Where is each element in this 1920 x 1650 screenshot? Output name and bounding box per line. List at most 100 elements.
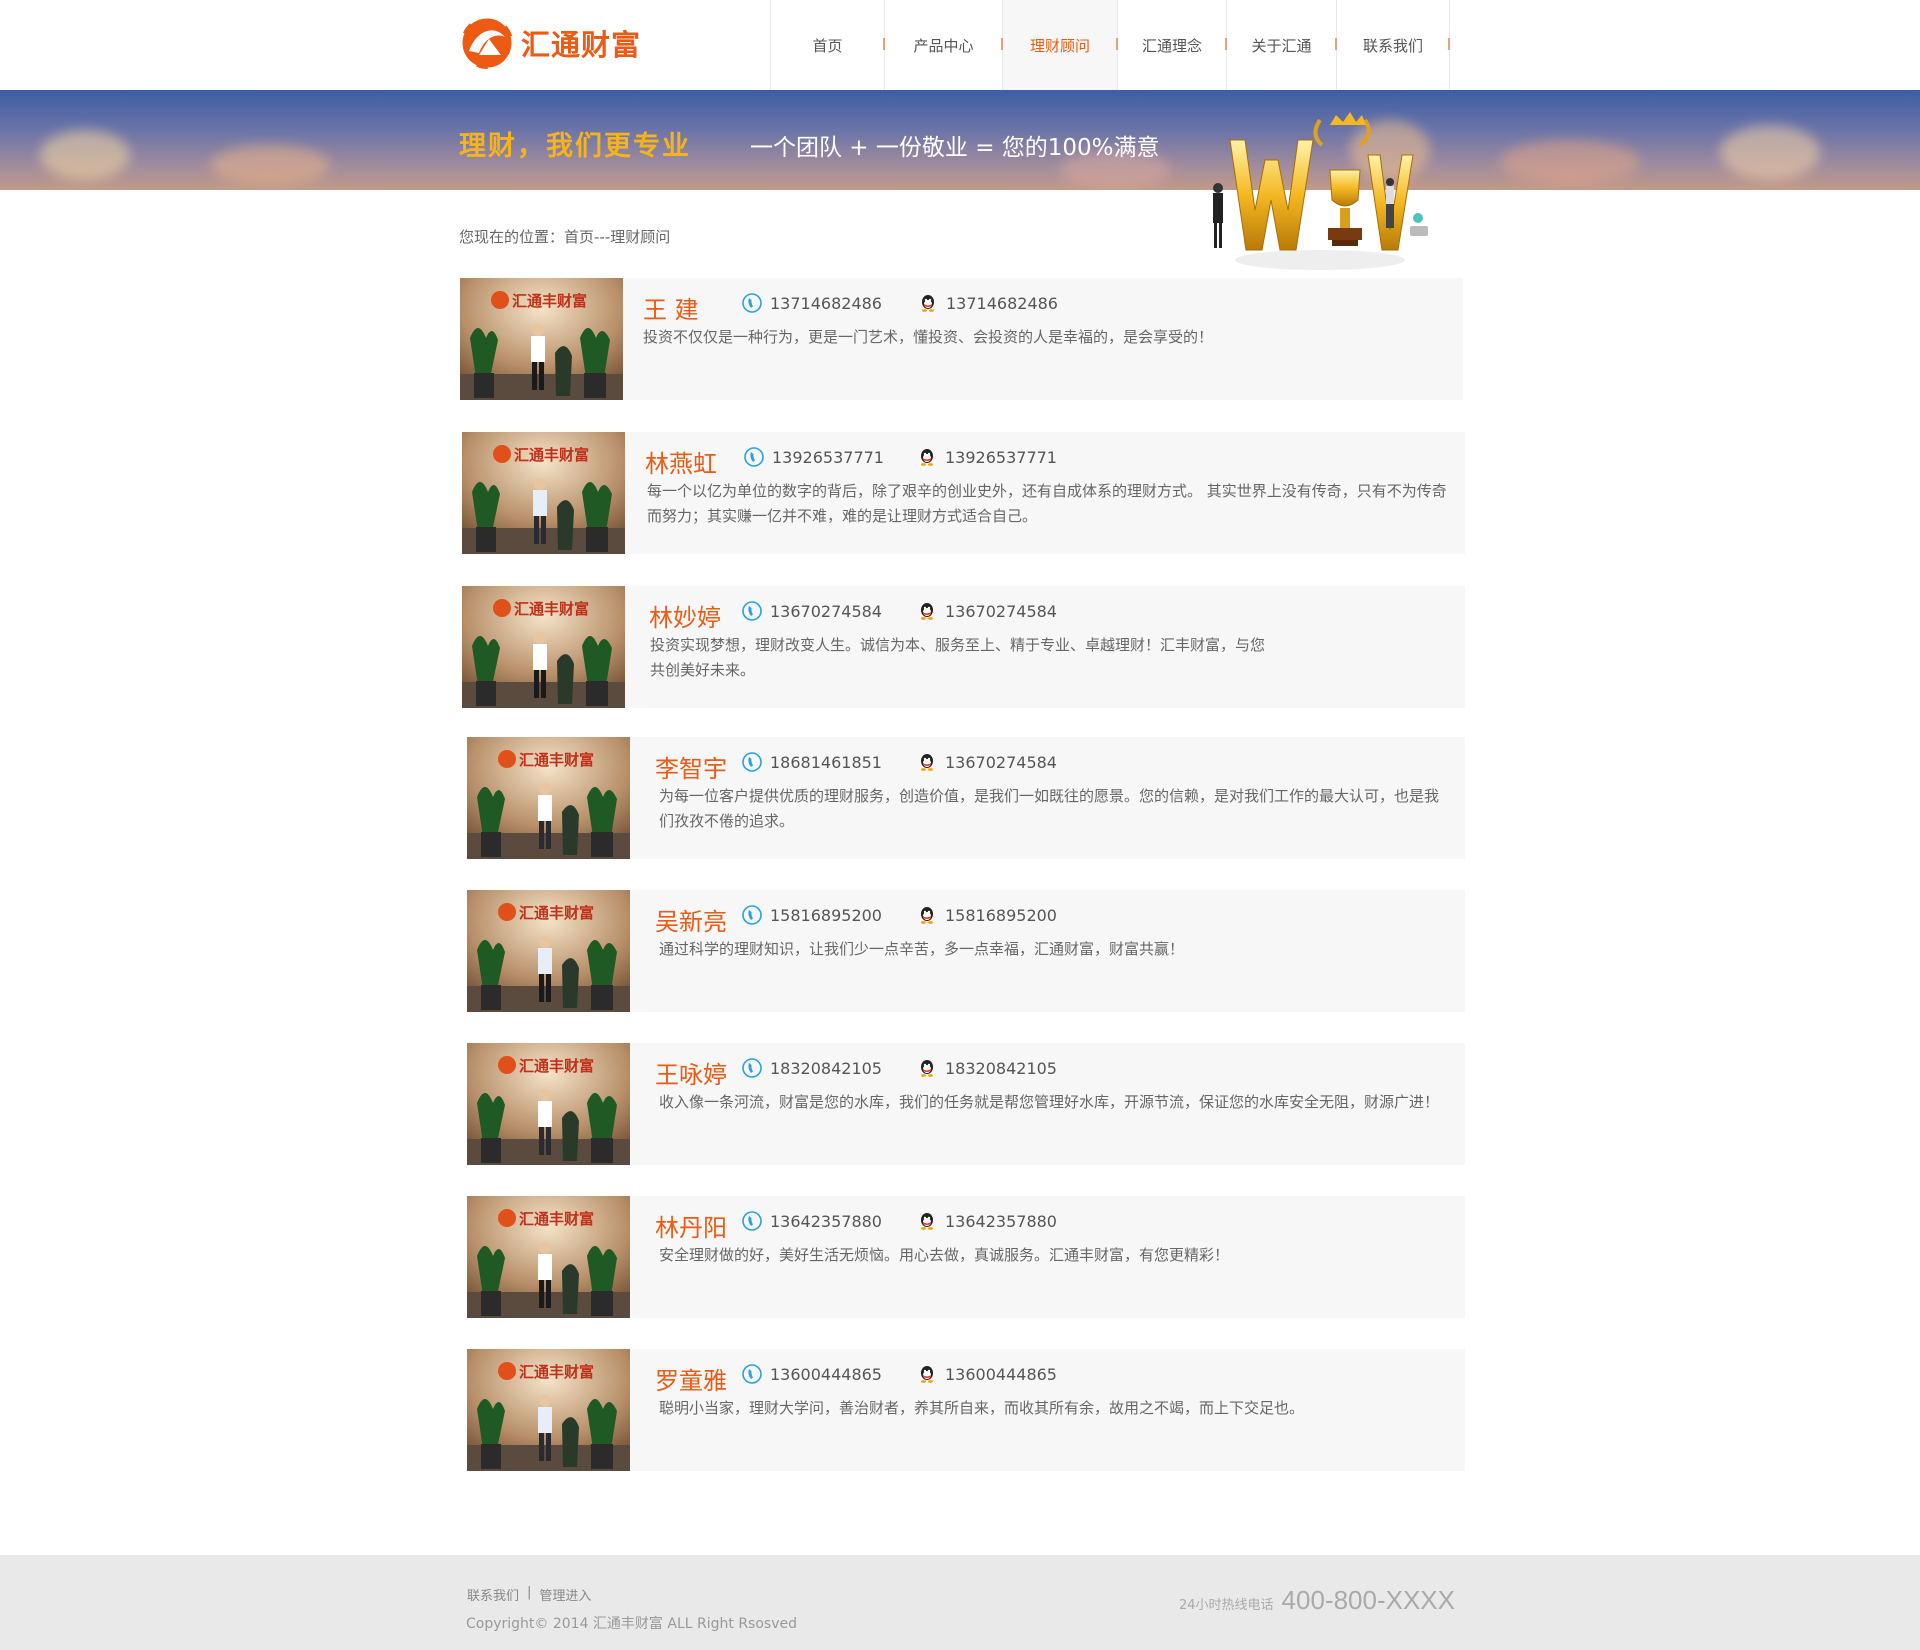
qq-icon xyxy=(917,752,937,772)
svg-text:汇通丰财富: 汇通丰财富 xyxy=(514,600,589,618)
svg-text:汇通丰财富: 汇通丰财富 xyxy=(519,1210,594,1228)
svg-text:汇通丰财富: 汇通丰财富 xyxy=(512,292,587,310)
advisor-motto: 投资不仅仅是一种行为，更是一门艺术，懂投资、会投资的人是幸福的，是会享受的！ xyxy=(643,328,1214,346)
advisor-card: 汇通丰财富 吴新亮 15816895200 15816895200 通过科学的理… xyxy=(467,890,1465,1012)
advisor-motto: 收入像一条河流，财富是您的水库，我们的任务就是帮您管理好水库，开源节流，保证您的… xyxy=(659,1093,1440,1111)
phone-number: 13714682486 xyxy=(770,293,882,313)
advisor-name: 吴新亮 xyxy=(655,908,727,936)
phone-icon xyxy=(742,1211,762,1231)
advisor-motto: 为每一位客户提供优质的理财服务，创造价值，是我们一如既往的愿景。您的信赖，是对我… xyxy=(659,787,1440,830)
site-logo[interactable]: 汇通财富 xyxy=(459,15,641,71)
phone-icon xyxy=(742,905,762,925)
footer-links: 联系我们 | 管理进入 xyxy=(467,1585,591,1604)
qq-icon xyxy=(917,447,937,467)
advisor-photo[interactable]: 汇通丰财富 xyxy=(462,432,625,554)
advisor-motto: 投资实现梦想，理财改变人生。诚信为本、服务至上、精于专业、卓越理财！汇丰财富，与… xyxy=(650,636,1266,679)
phone-number: 13670274584 xyxy=(770,601,882,621)
phone-icon xyxy=(742,601,762,621)
nav-contact[interactable]: 联系我们 xyxy=(1337,0,1450,90)
advisor-photo[interactable]: 汇通丰财富 xyxy=(460,278,623,400)
advisor-qq: 13926537771 xyxy=(917,447,1057,467)
banner-subtitle: 一个团队 + 一份敬业 = 您的100%满意 xyxy=(750,135,1160,161)
footer-link-contact[interactable]: 联系我们 xyxy=(467,1585,519,1604)
qq-number: 13600444865 xyxy=(945,1364,1057,1384)
advisor-name: 罗童雅 xyxy=(655,1367,727,1395)
qq-number: 13926537771 xyxy=(945,447,1057,467)
nav-philosophy[interactable]: 汇通理念 xyxy=(1118,0,1227,90)
advisor-phone: 13926537771 xyxy=(744,447,884,467)
phone-number: 13926537771 xyxy=(772,447,884,467)
advisor-qq: 13670274584 xyxy=(917,601,1057,621)
advisor-qq: 13670274584 xyxy=(917,752,1057,772)
advisor-card: 汇通丰财富 林燕虹 13926537771 13926537771 每一个以亿为… xyxy=(462,432,1465,554)
advisor-name: 林妙婷 xyxy=(649,604,721,632)
advisor-qq: 13642357880 xyxy=(917,1211,1057,1231)
logo-text: 汇通财富 xyxy=(521,28,642,62)
advisor-qq: 18320842105 xyxy=(917,1058,1057,1078)
advisor-photo[interactable]: 汇通丰财富 xyxy=(467,890,630,1012)
phone-icon xyxy=(742,752,762,772)
footer-link-admin[interactable]: 管理进入 xyxy=(539,1585,591,1604)
advisor-photo[interactable]: 汇通丰财富 xyxy=(467,1196,630,1318)
qq-icon xyxy=(917,1211,937,1231)
qq-number: 18320842105 xyxy=(945,1058,1057,1078)
advisor-name: 王 建 xyxy=(643,296,699,324)
advisor-motto: 每一个以亿为单位的数字的背后，除了艰辛的创业史外，还有自成体系的理财方式。 其实… xyxy=(647,482,1447,525)
advisor-qq: 13714682486 xyxy=(918,293,1058,313)
advisor-card: 汇通丰财富 王咏婷 18320842105 18320842105 收入像一条河… xyxy=(467,1043,1465,1165)
phone-number: 18681461851 xyxy=(770,752,882,772)
advisor-qq: 13600444865 xyxy=(917,1364,1057,1384)
qq-number: 13714682486 xyxy=(946,293,1058,313)
qq-number: 13670274584 xyxy=(945,601,1057,621)
nav-advisors[interactable]: 理财顾问 xyxy=(1003,0,1118,90)
advisor-photo[interactable]: 汇通丰财富 xyxy=(467,1043,630,1165)
qq-icon xyxy=(917,1364,937,1384)
phone-number: 18320842105 xyxy=(770,1058,882,1078)
advisor-name: 王咏婷 xyxy=(655,1061,727,1089)
advisor-phone: 15816895200 xyxy=(742,905,882,925)
main-nav: 首页 产品中心 理财顾问 汇通理念 关于汇通 联系我们 xyxy=(770,0,1450,90)
advisor-photo[interactable]: 汇通丰财富 xyxy=(467,737,630,859)
svg-text:汇通丰财富: 汇通丰财富 xyxy=(519,1363,594,1381)
advisor-name: 林燕虹 xyxy=(645,450,717,478)
qq-icon xyxy=(917,905,937,925)
qq-number: 13670274584 xyxy=(945,752,1057,772)
phone-icon xyxy=(744,447,764,467)
banner-slogan: 理财，我们更专业 xyxy=(459,131,691,162)
advisor-photo[interactable]: 汇通丰财富 xyxy=(462,586,625,708)
nav-about[interactable]: 关于汇通 xyxy=(1227,0,1337,90)
footer-link-separator: | xyxy=(527,1585,532,1600)
advisor-phone: 13714682486 xyxy=(742,293,882,313)
advisor-card: 汇通丰财富 王 建 13714682486 13714682486 投资不仅仅是… xyxy=(460,278,1463,400)
qq-number: 15816895200 xyxy=(945,905,1057,925)
nav-products[interactable]: 产品中心 xyxy=(885,0,1003,90)
phone-number: 13642357880 xyxy=(770,1211,882,1231)
advisor-card: 汇通丰财富 林丹阳 13642357880 13642357880 安全理财做的… xyxy=(467,1196,1465,1318)
advisor-phone: 13670274584 xyxy=(742,601,882,621)
win-trophy-illustration xyxy=(1213,112,1428,270)
copyright: Copyright© 2014 汇通丰财富 ALL Right Rsosved xyxy=(466,1616,797,1632)
advisor-qq: 15816895200 xyxy=(917,905,1057,925)
advisor-card: 汇通丰财富 李智宇 18681461851 13670274584 为每一位客户… xyxy=(467,737,1465,859)
advisor-phone: 18681461851 xyxy=(742,752,882,772)
phone-icon xyxy=(742,293,762,313)
hotline-label: 24小时热线电话 xyxy=(1179,1598,1274,1613)
hotline-number: 400-800-XXXX xyxy=(1281,1585,1455,1615)
phone-number: 13600444865 xyxy=(770,1364,882,1384)
qq-icon xyxy=(918,293,938,313)
logo-mark-icon xyxy=(459,15,515,71)
site-footer: 联系我们 | 管理进入 Copyright© 2014 汇通丰财富 ALL Ri… xyxy=(0,1555,1920,1650)
advisor-motto: 聪明小当家，理财大学问，善治财者，养其所自来，而收其所有余，故用之不竭，而上下交… xyxy=(659,1399,1305,1417)
phone-number: 15816895200 xyxy=(770,905,882,925)
hotline: 24小时热线电话 400-800-XXXX xyxy=(1179,1585,1455,1616)
phone-icon xyxy=(742,1364,762,1384)
advisor-photo[interactable]: 汇通丰财富 xyxy=(467,1349,630,1471)
svg-text:汇通丰财富: 汇通丰财富 xyxy=(519,751,594,769)
svg-text:汇通丰财富: 汇通丰财富 xyxy=(514,446,589,464)
breadcrumb: 您现在的位置：首页---理财顾问 xyxy=(459,228,671,246)
advisor-motto: 通过科学的理财知识，让我们少一点辛苦，多一点幸福，汇通财富，财富共赢！ xyxy=(659,940,1185,958)
nav-home[interactable]: 首页 xyxy=(771,0,885,90)
svg-text:汇通丰财富: 汇通丰财富 xyxy=(519,904,594,922)
site-header: 汇通财富 首页 产品中心 理财顾问 汇通理念 关于汇通 联系我们 xyxy=(0,0,1920,90)
qq-icon xyxy=(917,1058,937,1078)
